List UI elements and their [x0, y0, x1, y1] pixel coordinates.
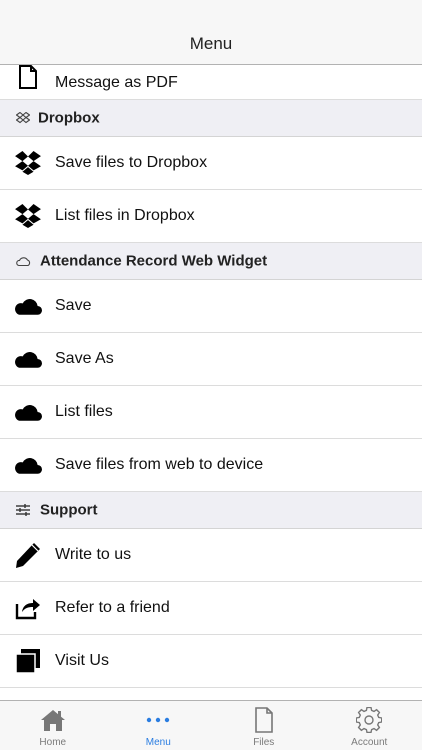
tab-files[interactable]: Files: [211, 701, 317, 750]
document-icon: [14, 65, 42, 91]
menu-item-label: List files: [55, 403, 113, 420]
cloud-icon: [14, 345, 42, 373]
menu-item-visit-us[interactable]: Visit Us: [0, 635, 422, 688]
menu-item-label: Save As: [55, 350, 114, 367]
cloud-icon: [14, 398, 42, 426]
dropbox-icon: [14, 202, 42, 230]
section-title: Attendance Record Web Widget: [40, 252, 268, 270]
menu-item-save-web-to-device[interactable]: Save files from web to device: [0, 439, 422, 492]
nav-bar: Menu: [0, 0, 422, 65]
section-header-web-widget: Attendance Record Web Widget: [0, 243, 422, 280]
sliders-icon: [14, 501, 32, 519]
cloud-icon: [14, 451, 42, 479]
menu-item-message-as-pdf[interactable]: Message as PDF: [0, 65, 422, 100]
menu-item-save-as[interactable]: Save As: [0, 333, 422, 386]
section-title: Support: [40, 501, 98, 519]
menu-item-refer-friend[interactable]: Refer to a friend: [0, 582, 422, 635]
section-header-dropbox: Dropbox: [0, 100, 422, 137]
cloud-icon: [14, 252, 32, 270]
tab-home[interactable]: Home: [0, 701, 106, 750]
menu-item-write-to-us[interactable]: Write to us: [0, 529, 422, 582]
cloud-icon: [14, 292, 42, 320]
page-title: Menu: [189, 34, 233, 53]
menu-item-label: List files in Dropbox: [55, 207, 195, 224]
menu-item-label: Save files to Dropbox: [55, 154, 208, 171]
tab-label: Files: [253, 737, 275, 748]
gear-icon: [355, 706, 383, 734]
pencil-icon: [14, 541, 42, 569]
home-icon: [39, 706, 67, 734]
menu-item-label: Visit Us: [55, 652, 109, 669]
menu-item-label: Refer to a friend: [55, 599, 170, 616]
menu-item-label: Write to us: [55, 546, 132, 563]
section-title: Dropbox: [38, 109, 100, 127]
tab-label: Menu: [145, 737, 171, 748]
tab-menu[interactable]: Menu: [106, 701, 212, 750]
menu-item-label: Save files from web to device: [55, 456, 264, 473]
file-icon: [250, 706, 278, 734]
dropbox-icon: [14, 149, 42, 177]
tab-bar: Home Menu Files Account: [0, 700, 422, 750]
menu-item-save[interactable]: Save: [0, 280, 422, 333]
menu-item-label: Save: [55, 297, 92, 314]
menu-list[interactable]: Message as PDF Dropbox Save files to Dro…: [0, 65, 422, 700]
tab-label: Account: [351, 737, 388, 748]
windows-icon: [14, 647, 42, 675]
share-icon: [14, 594, 42, 622]
tab-account[interactable]: Account: [317, 701, 422, 750]
menu-item-save-to-dropbox[interactable]: Save files to Dropbox: [0, 137, 422, 190]
menu-item-label: Message as PDF: [55, 74, 178, 91]
menu-item-list-dropbox[interactable]: List files in Dropbox: [0, 190, 422, 243]
menu-item-list-files[interactable]: List files: [0, 386, 422, 439]
tab-label: Home: [39, 737, 67, 748]
dropbox-icon: [14, 109, 32, 127]
more-dots-icon: [144, 706, 172, 734]
section-header-support: Support: [0, 492, 422, 529]
